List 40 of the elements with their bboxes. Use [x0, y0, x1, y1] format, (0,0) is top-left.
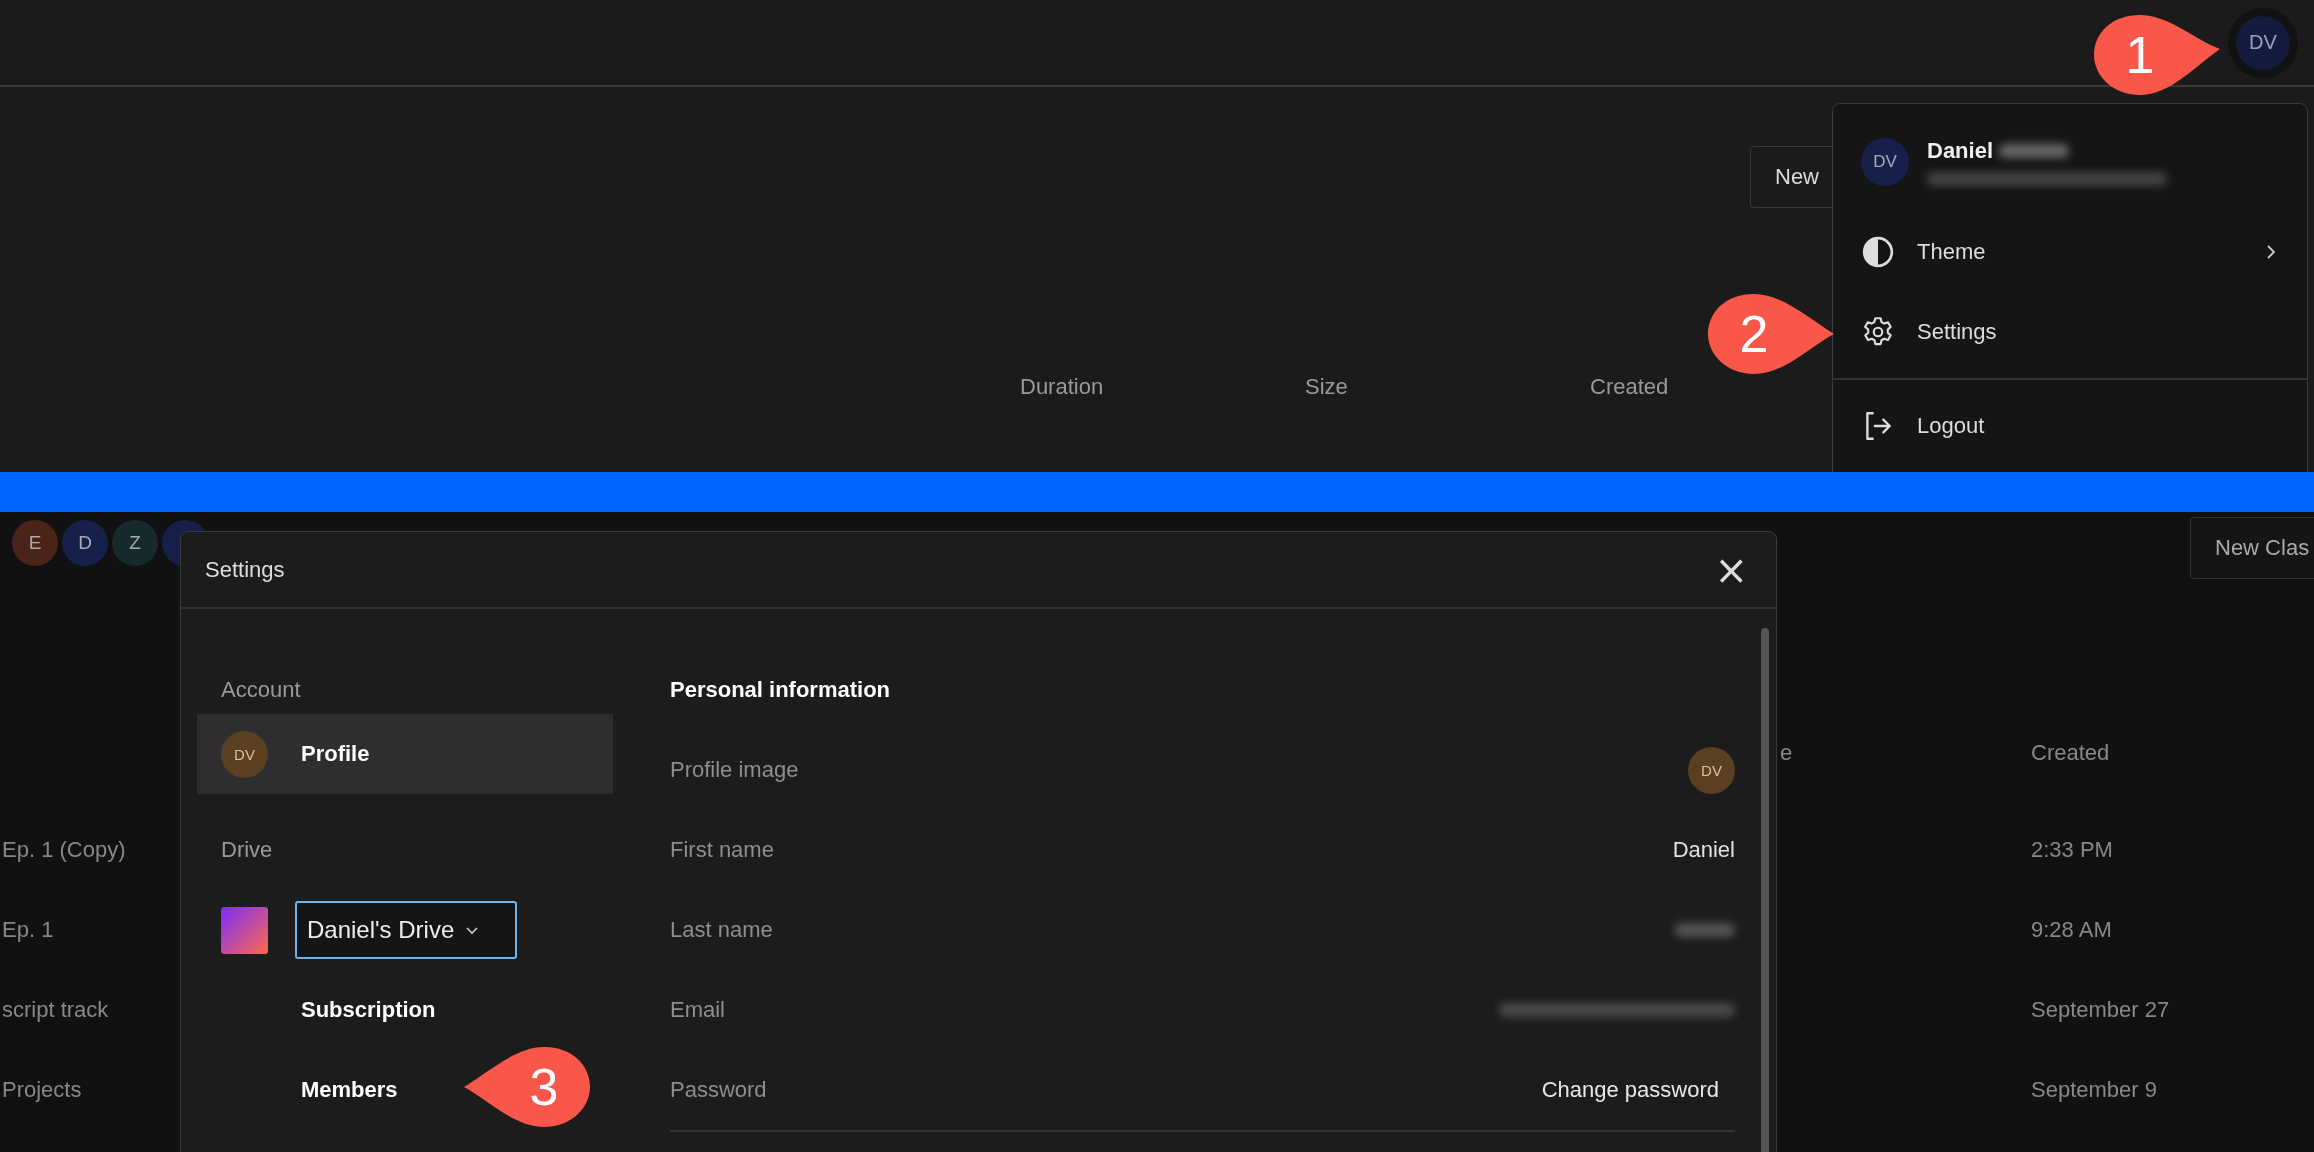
field-label: Password: [670, 1077, 767, 1103]
profile-avatar: DV: [221, 730, 268, 778]
table-cell: 2:33 PM: [2031, 837, 2113, 863]
section-heading: Drive: [220, 836, 274, 864]
user-avatar: DV: [1861, 138, 1909, 186]
field-label: Last name: [670, 917, 773, 943]
section-heading: Personal information: [670, 676, 892, 704]
member-avatar[interactable]: E: [12, 520, 58, 566]
member-avatar[interactable]: D: [62, 520, 108, 566]
menu-item[interactable]: Logout: [1833, 386, 2307, 466]
scrollbar[interactable]: [1761, 628, 1769, 1152]
section-heading: Account: [220, 676, 302, 704]
member-avatar[interactable]: Z: [112, 520, 158, 566]
table-cell: 9:28 AM: [2031, 917, 2112, 943]
column-header: e: [1780, 740, 1794, 766]
field-value: Daniel: [1672, 837, 1735, 863]
close-button[interactable]: ×: [1710, 549, 1752, 590]
column-header[interactable]: Size: [1305, 374, 1590, 400]
column-header[interactable]: Created: [2031, 740, 2110, 766]
contrast-icon: [1861, 235, 1895, 269]
drive-icon: [221, 906, 268, 954]
nav-item[interactable]: DV Profile: [197, 714, 613, 794]
dialog-title: Settings: [205, 556, 285, 583]
blurred-text: [1999, 144, 2070, 158]
field-label: Email: [670, 997, 725, 1023]
field-label: Profile image: [670, 757, 799, 783]
nav-item[interactable]: Members: [301, 1050, 398, 1130]
profile-avatar[interactable]: DV: [1688, 746, 1735, 794]
drive-dropdown[interactable]: Daniel's Drive: [295, 901, 517, 959]
blurred-text: [1675, 923, 1735, 937]
menu-item[interactable]: Settings: [1833, 292, 2307, 372]
column-header[interactable]: Duration: [1020, 374, 1305, 400]
change-password-button[interactable]: Change password: [1541, 1077, 1735, 1103]
table-cell: September 27: [2031, 997, 2170, 1023]
menu-item[interactable]: Theme: [1833, 212, 2307, 292]
field-label: First name: [670, 837, 774, 863]
new-button[interactable]: New Clas: [2190, 517, 2314, 579]
table-cell: September 9: [2031, 1077, 2157, 1103]
user-name: Daniel: [1927, 138, 1994, 164]
nav-item[interactable]: Subscription: [301, 970, 436, 1050]
